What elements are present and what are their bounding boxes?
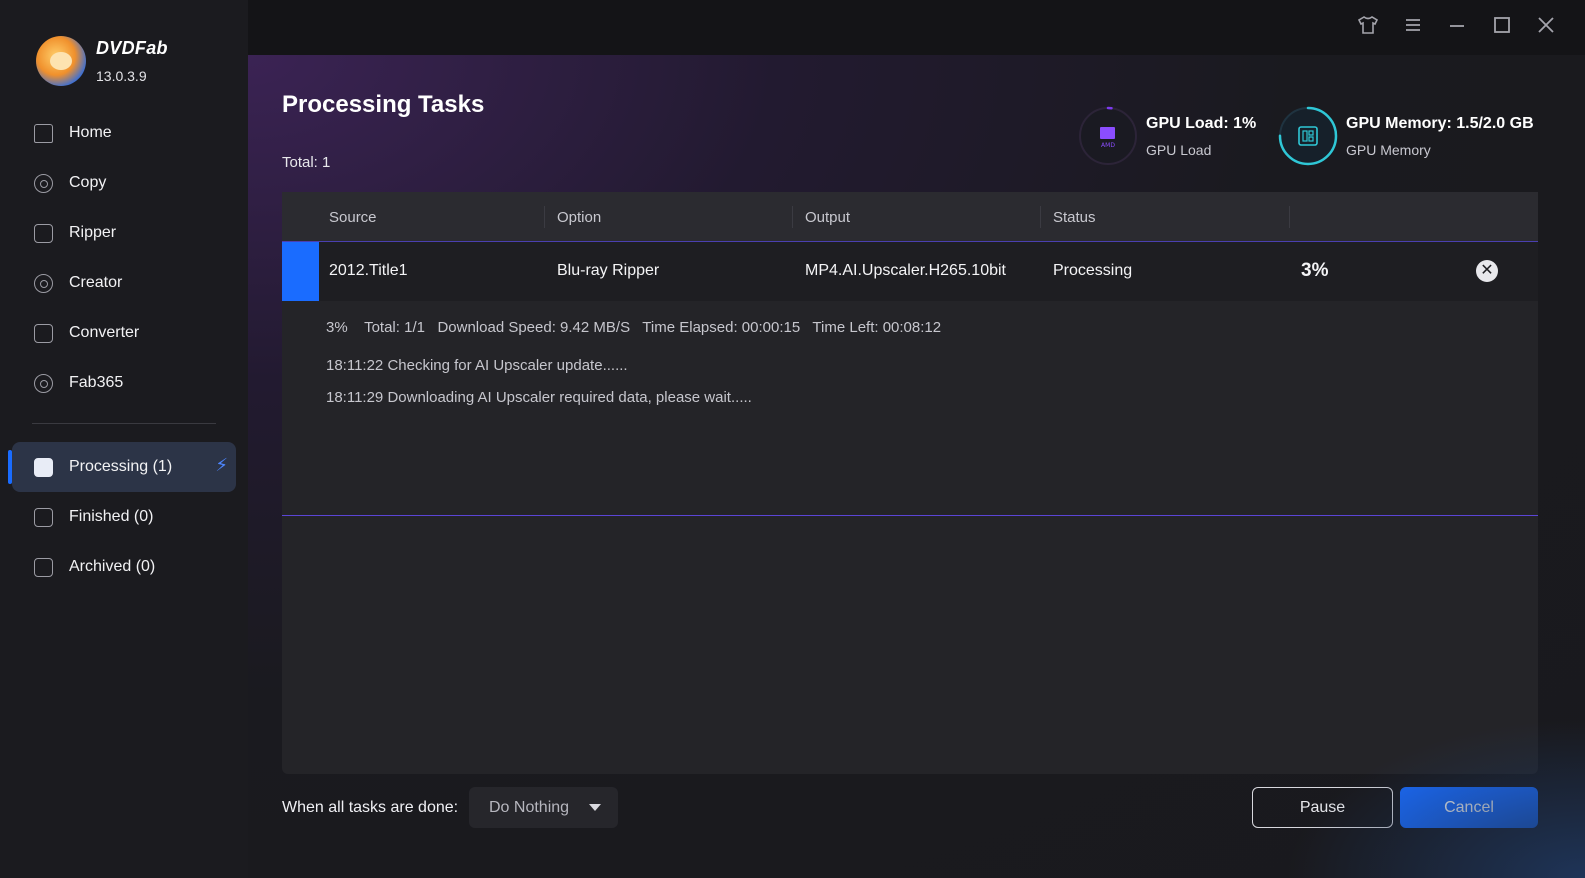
remove-task-button[interactable]: ✕ (1476, 260, 1498, 282)
processing-icon (34, 457, 53, 477)
ripper-icon (34, 223, 53, 243)
main-panel: Processing Tasks Total: 1 AMD GPU Load: … (248, 55, 1585, 878)
task-nav: Processing (1) ⚡ Finished (0) Archived (… (0, 442, 248, 592)
amd-icon: AMD (1100, 127, 1115, 149)
sidebar-item-copy[interactable]: Copy (0, 158, 248, 208)
sidebar-item-ripper[interactable]: Ripper (0, 208, 248, 258)
sidebar: DVDFab 13.0.3.9 Home Copy Ripper Creator… (0, 0, 248, 878)
cell-option: Blu-ray Ripper (557, 262, 660, 279)
cell-status: Processing (1053, 262, 1133, 279)
app-version: 13.0.3.9 (96, 68, 147, 84)
log-line: 18:11:29 Downloading AI Upscaler require… (326, 389, 752, 406)
archived-icon (34, 557, 53, 577)
task-detail-panel: 3% Total: 1/1 Download Speed: 9.42 MB/S … (282, 301, 1538, 516)
sidebar-item-label: Finished (0) (69, 508, 154, 525)
page-title: Processing Tasks (282, 91, 485, 118)
title-bar (248, 0, 1585, 55)
cancel-button[interactable]: Cancel (1400, 787, 1538, 828)
converter-icon (34, 323, 53, 343)
main-nav: Home Copy Ripper Creator Converter Fab36… (0, 108, 248, 408)
sidebar-item-label: Processing (1) (69, 458, 173, 475)
gpu-memory-title: GPU Memory: 1.5/2.0 GB (1346, 114, 1534, 132)
sidebar-item-label: Archived (0) (69, 558, 156, 575)
sidebar-item-fab365[interactable]: Fab365 (0, 358, 248, 408)
total-count: Total: 1 (282, 154, 331, 171)
sidebar-item-home[interactable]: Home (0, 108, 248, 158)
column-separator (792, 206, 793, 228)
sidebar-item-label: Creator (69, 274, 123, 291)
home-icon (34, 123, 53, 143)
task-summary: 3% Total: 1/1 Download Speed: 9.42 MB/S … (326, 319, 942, 336)
svg-text:AMD: AMD (1101, 142, 1115, 149)
finished-icon (34, 507, 53, 527)
sidebar-item-archived[interactable]: Archived (0) (0, 542, 248, 592)
row-selected-indicator (282, 242, 319, 301)
gpu-load-sub: GPU Load (1146, 141, 1212, 158)
task-table: Source Option Output Status 2012.Title1 … (282, 192, 1538, 774)
app-logo: DVDFab 13.0.3.9 (36, 36, 168, 86)
menu-icon[interactable] (1402, 16, 1424, 38)
sidebar-item-creator[interactable]: Creator (0, 258, 248, 308)
when-done-label: When all tasks are done: (282, 799, 459, 816)
column-header-status: Status (1053, 209, 1096, 226)
column-header-output: Output (805, 209, 851, 226)
table-row[interactable]: 2012.Title1 Blu-ray Ripper MP4.AI.Upscal… (282, 242, 1538, 301)
when-done-value: Do Nothing (489, 799, 570, 816)
gpu-load-title: GPU Load: 1% (1146, 114, 1257, 132)
column-separator (1040, 206, 1041, 228)
gpu-memory-gauge: GPU Memory: 1.5/2.0 GB GPU Memory (1278, 106, 1534, 166)
chevron-down-icon (589, 804, 601, 811)
gpu-memory-ring (1278, 106, 1338, 166)
column-header-source: Source (329, 209, 377, 226)
sidebar-item-label: Ripper (69, 224, 117, 241)
pause-button[interactable]: Pause (1252, 787, 1393, 828)
column-separator (544, 206, 545, 228)
column-separator (1289, 206, 1290, 228)
sidebar-item-label: Fab365 (69, 374, 124, 391)
cell-progress: 3% (1301, 260, 1329, 281)
maximize-icon[interactable] (1491, 16, 1513, 38)
gpu-load-ring: AMD (1078, 106, 1138, 166)
sidebar-item-label: Home (69, 124, 112, 141)
copy-icon (34, 173, 53, 193)
close-icon[interactable] (1535, 16, 1557, 38)
sidebar-divider (32, 423, 216, 424)
fab365-icon (34, 373, 53, 393)
lightning-icon: ⚡ (215, 455, 228, 475)
minimize-icon[interactable] (1446, 16, 1468, 38)
cell-output: MP4.AI.Upscaler.H265.10bit (805, 262, 1006, 279)
sidebar-item-converter[interactable]: Converter (0, 308, 248, 358)
sidebar-item-label: Copy (69, 174, 107, 191)
sidebar-item-label: Converter (69, 324, 140, 341)
brand-name: DVDFab (96, 38, 168, 58)
column-header-option: Option (557, 209, 602, 226)
creator-icon (34, 273, 53, 293)
dvdfab-logo-icon (36, 36, 86, 86)
log-line: 18:11:22 Checking for AI Upscaler update… (326, 357, 628, 374)
sidebar-item-processing[interactable]: Processing (1) ⚡ (8, 442, 236, 492)
sidebar-item-finished[interactable]: Finished (0) (0, 492, 248, 542)
gpu-memory-sub: GPU Memory (1346, 141, 1431, 158)
when-done-dropdown[interactable]: Do Nothing (469, 787, 618, 828)
shirt-icon[interactable] (1357, 16, 1379, 38)
gpu-load-gauge: AMD GPU Load: 1% GPU Load (1078, 106, 1256, 166)
cell-source: 2012.Title1 (329, 262, 408, 279)
table-header: Source Option Output Status (282, 192, 1538, 242)
